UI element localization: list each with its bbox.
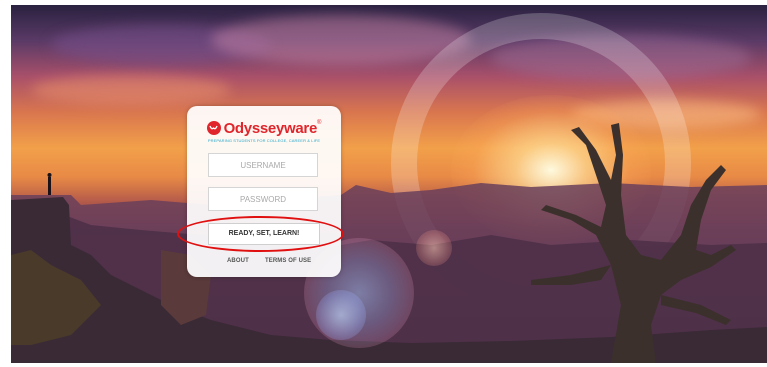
- about-link[interactable]: ABOUT: [227, 258, 249, 264]
- password-input[interactable]: [208, 187, 318, 211]
- lens-flare: [316, 290, 366, 340]
- brand-tagline: PREPARING STUDENTS FOR COLLEGE, CAREER &…: [207, 137, 321, 143]
- brand-logo: Odysseyware ® PREPARING STUDENTS FOR COLL…: [187, 118, 341, 143]
- terms-of-use-link[interactable]: TERMS OF USE: [265, 258, 311, 264]
- trademark-symbol: ®: [317, 119, 322, 126]
- odysseyware-logo-icon: [206, 121, 221, 135]
- background-scene: [11, 5, 767, 363]
- highlight-annotation: [177, 216, 344, 252]
- lens-flare: [416, 230, 452, 266]
- username-input[interactable]: [208, 153, 318, 177]
- brand-name: Odysseyware: [223, 119, 318, 137]
